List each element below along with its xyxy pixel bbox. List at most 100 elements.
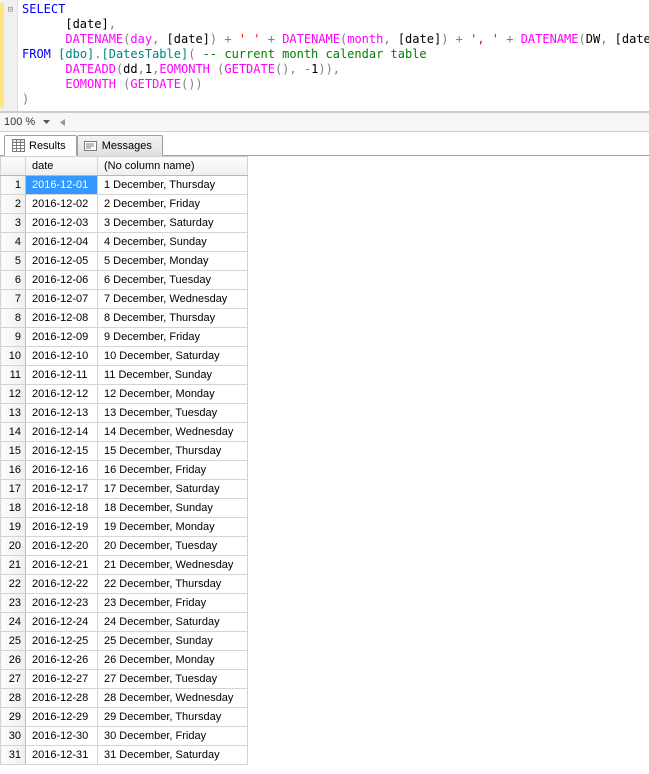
cell-value[interactable]: 28 December, Wednesday: [98, 689, 248, 708]
cell-date[interactable]: 2016-12-26: [26, 651, 98, 670]
cell-date[interactable]: 2016-12-29: [26, 708, 98, 727]
table-row[interactable]: 262016-12-2626 December, Monday: [1, 651, 248, 670]
cell-value[interactable]: 11 December, Sunday: [98, 366, 248, 385]
cell-value[interactable]: 5 December, Monday: [98, 252, 248, 271]
row-number[interactable]: 31: [1, 746, 26, 765]
sql-editor[interactable]: ⊟ SELECT [date], DATENAME(day, [date]) +…: [0, 0, 649, 112]
cell-date[interactable]: 2016-12-28: [26, 689, 98, 708]
cell-date[interactable]: 2016-12-30: [26, 727, 98, 746]
table-row[interactable]: 172016-12-1717 December, Saturday: [1, 480, 248, 499]
row-number[interactable]: 18: [1, 499, 26, 518]
row-number[interactable]: 1: [1, 176, 26, 195]
cell-date[interactable]: 2016-12-25: [26, 632, 98, 651]
row-number[interactable]: 17: [1, 480, 26, 499]
cell-date[interactable]: 2016-12-12: [26, 385, 98, 404]
table-row[interactable]: 132016-12-1313 December, Tuesday: [1, 404, 248, 423]
column-header-nocolumn[interactable]: (No column name): [98, 157, 248, 176]
row-number[interactable]: 13: [1, 404, 26, 423]
table-row[interactable]: 122016-12-1212 December, Monday: [1, 385, 248, 404]
cell-value[interactable]: 3 December, Saturday: [98, 214, 248, 233]
cell-date[interactable]: 2016-12-17: [26, 480, 98, 499]
cell-date[interactable]: 2016-12-16: [26, 461, 98, 480]
row-number[interactable]: 25: [1, 632, 26, 651]
row-number[interactable]: 8: [1, 309, 26, 328]
cell-date[interactable]: 2016-12-24: [26, 613, 98, 632]
table-row[interactable]: 192016-12-1919 December, Monday: [1, 518, 248, 537]
cell-value[interactable]: 13 December, Tuesday: [98, 404, 248, 423]
cell-value[interactable]: 6 December, Tuesday: [98, 271, 248, 290]
table-row[interactable]: 12016-12-011 December, Thursday: [1, 176, 248, 195]
code-text[interactable]: SELECT [date], DATENAME(day, [date]) + '…: [18, 0, 649, 111]
cell-value[interactable]: 18 December, Sunday: [98, 499, 248, 518]
row-number[interactable]: 19: [1, 518, 26, 537]
table-row[interactable]: 272016-12-2727 December, Tuesday: [1, 670, 248, 689]
cell-value[interactable]: 17 December, Saturday: [98, 480, 248, 499]
cell-value[interactable]: 16 December, Friday: [98, 461, 248, 480]
table-row[interactable]: 52016-12-055 December, Monday: [1, 252, 248, 271]
row-number[interactable]: 14: [1, 423, 26, 442]
table-row[interactable]: 222016-12-2222 December, Thursday: [1, 575, 248, 594]
cell-date[interactable]: 2016-12-22: [26, 575, 98, 594]
cell-date[interactable]: 2016-12-18: [26, 499, 98, 518]
table-row[interactable]: 312016-12-3131 December, Saturday: [1, 746, 248, 765]
table-row[interactable]: 252016-12-2525 December, Sunday: [1, 632, 248, 651]
cell-date[interactable]: 2016-12-10: [26, 347, 98, 366]
cell-date[interactable]: 2016-12-31: [26, 746, 98, 765]
cell-value[interactable]: 9 December, Friday: [98, 328, 248, 347]
row-number[interactable]: 29: [1, 708, 26, 727]
cell-value[interactable]: 1 December, Thursday: [98, 176, 248, 195]
corner-cell[interactable]: [1, 157, 26, 176]
collapse-icon[interactable]: ⊟: [4, 3, 18, 108]
column-header-date[interactable]: date: [26, 157, 98, 176]
tab-messages[interactable]: Messages: [77, 135, 163, 156]
table-row[interactable]: 32016-12-033 December, Saturday: [1, 214, 248, 233]
row-number[interactable]: 7: [1, 290, 26, 309]
row-number[interactable]: 16: [1, 461, 26, 480]
table-row[interactable]: 302016-12-3030 December, Friday: [1, 727, 248, 746]
table-row[interactable]: 202016-12-2020 December, Tuesday: [1, 537, 248, 556]
table-row[interactable]: 232016-12-2323 December, Friday: [1, 594, 248, 613]
results-grid[interactable]: date (No column name) 12016-12-011 Decem…: [0, 156, 649, 765]
table-row[interactable]: 182016-12-1818 December, Sunday: [1, 499, 248, 518]
cell-date[interactable]: 2016-12-03: [26, 214, 98, 233]
cell-value[interactable]: 19 December, Monday: [98, 518, 248, 537]
table-row[interactable]: 102016-12-1010 December, Saturday: [1, 347, 248, 366]
table-row[interactable]: 282016-12-2828 December, Wednesday: [1, 689, 248, 708]
cell-date[interactable]: 2016-12-27: [26, 670, 98, 689]
cell-value[interactable]: 15 December, Thursday: [98, 442, 248, 461]
cell-value[interactable]: 21 December, Wednesday: [98, 556, 248, 575]
row-number[interactable]: 3: [1, 214, 26, 233]
cell-value[interactable]: 23 December, Friday: [98, 594, 248, 613]
row-number[interactable]: 10: [1, 347, 26, 366]
row-number[interactable]: 15: [1, 442, 26, 461]
cell-value[interactable]: 27 December, Tuesday: [98, 670, 248, 689]
cell-date[interactable]: 2016-12-08: [26, 309, 98, 328]
table-row[interactable]: 112016-12-1111 December, Sunday: [1, 366, 248, 385]
cell-date[interactable]: 2016-12-14: [26, 423, 98, 442]
cell-date[interactable]: 2016-12-07: [26, 290, 98, 309]
cell-value[interactable]: 2 December, Friday: [98, 195, 248, 214]
row-number[interactable]: 23: [1, 594, 26, 613]
cell-date[interactable]: 2016-12-19: [26, 518, 98, 537]
row-number[interactable]: 12: [1, 385, 26, 404]
row-number[interactable]: 6: [1, 271, 26, 290]
row-number[interactable]: 27: [1, 670, 26, 689]
cell-date[interactable]: 2016-12-05: [26, 252, 98, 271]
cell-value[interactable]: 14 December, Wednesday: [98, 423, 248, 442]
row-number[interactable]: 24: [1, 613, 26, 632]
row-number[interactable]: 2: [1, 195, 26, 214]
zoom-dropdown-icon[interactable]: [41, 117, 51, 127]
table-row[interactable]: 22016-12-022 December, Friday: [1, 195, 248, 214]
cell-value[interactable]: 22 December, Thursday: [98, 575, 248, 594]
table-row[interactable]: 62016-12-066 December, Tuesday: [1, 271, 248, 290]
table-row[interactable]: 42016-12-044 December, Sunday: [1, 233, 248, 252]
scroll-left-icon[interactable]: [57, 117, 67, 127]
cell-value[interactable]: 10 December, Saturday: [98, 347, 248, 366]
row-number[interactable]: 4: [1, 233, 26, 252]
table-row[interactable]: 162016-12-1616 December, Friday: [1, 461, 248, 480]
cell-value[interactable]: 24 December, Saturday: [98, 613, 248, 632]
table-row[interactable]: 92016-12-099 December, Friday: [1, 328, 248, 347]
cell-value[interactable]: 26 December, Monday: [98, 651, 248, 670]
tab-results[interactable]: Results: [4, 135, 77, 156]
cell-value[interactable]: 8 December, Thursday: [98, 309, 248, 328]
